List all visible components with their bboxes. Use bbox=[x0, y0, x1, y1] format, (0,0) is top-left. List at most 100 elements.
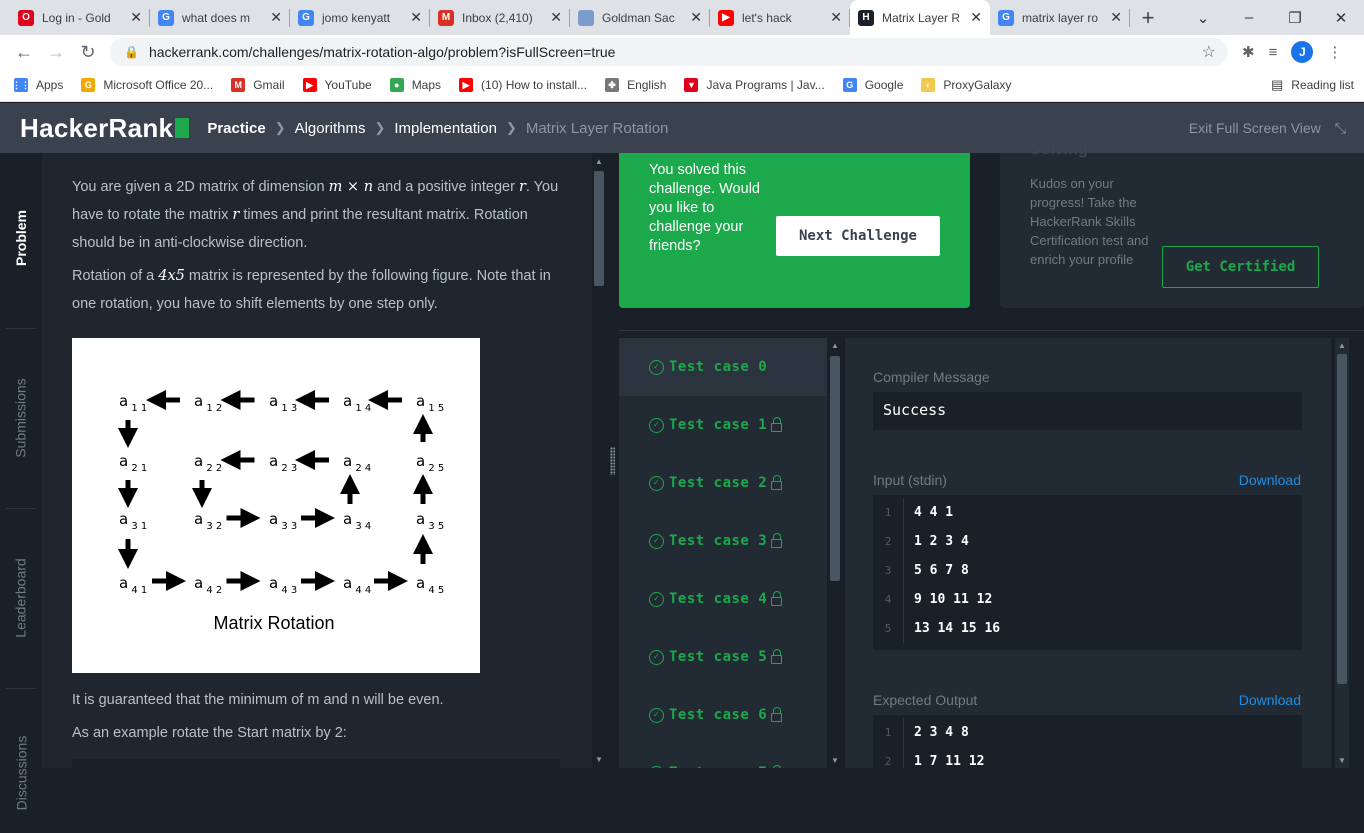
browser-tab[interactable]: Gjomo kenyatt ✕ bbox=[290, 0, 430, 35]
bookmark-item[interactable]: ▶ (10) How to install... bbox=[459, 78, 587, 92]
matrix-cell-label: a 2 5 bbox=[416, 452, 444, 474]
reading-list-button[interactable]: ▤ Reading list bbox=[1271, 77, 1354, 93]
bookmark-item[interactable]: ✤ English bbox=[605, 78, 666, 92]
breadcrumb-implementation[interactable]: Implementation bbox=[394, 120, 497, 137]
browser-tab[interactable]: H Matrix Layer R ✕ bbox=[850, 0, 990, 35]
forward-arrow-icon[interactable]: → bbox=[40, 42, 72, 63]
test-case-item[interactable]: ✓ Test case 3 bbox=[619, 512, 827, 570]
close-tab-icon[interactable]: ✕ bbox=[970, 9, 982, 26]
tab-title: Matrix Layer R bbox=[882, 10, 961, 25]
line-number: 2 bbox=[873, 527, 904, 556]
breadcrumb-practice[interactable]: Practice bbox=[207, 120, 265, 137]
browser-tab[interactable]: O Log in - Gold ✕ bbox=[10, 0, 150, 35]
tab-search-icon[interactable]: ⌄ bbox=[1180, 0, 1226, 35]
download-expected-link[interactable]: Download bbox=[1239, 692, 1301, 708]
exit-fullscreen-button[interactable]: Exit Full Screen View ⤡ bbox=[1189, 120, 1346, 137]
scroll-up-arrow-icon[interactable]: ▲ bbox=[595, 157, 603, 166]
drag-handle-icon[interactable] bbox=[610, 447, 615, 475]
test-case-item[interactable]: ✓ Test case 6 bbox=[619, 686, 827, 744]
tab-title: Goldman Sac bbox=[602, 10, 675, 25]
profile-avatar[interactable]: J bbox=[1291, 41, 1314, 63]
hackerrank-logo[interactable]: HackerRank bbox=[20, 113, 190, 144]
scrollbar-thumb[interactable] bbox=[594, 171, 604, 286]
matrix-cell-label: a 4 4 bbox=[343, 574, 371, 596]
bookmark-item[interactable]: ● Maps bbox=[389, 78, 441, 92]
bookmark-label: YouTube bbox=[324, 78, 372, 92]
tab-title: let's hack bbox=[742, 10, 792, 25]
extensions-area: ✱ ≡ J ⋮ bbox=[1242, 41, 1342, 63]
close-tab-icon[interactable]: ✕ bbox=[270, 9, 282, 26]
scrollbar-thumb[interactable] bbox=[1337, 354, 1347, 684]
google-icon: G bbox=[298, 9, 314, 26]
matrix-cell-label: a 3 4 bbox=[343, 510, 371, 532]
split-pane-divider[interactable] bbox=[606, 153, 619, 768]
scrollbar-thumb[interactable] bbox=[830, 356, 840, 581]
next-challenge-button[interactable]: Next Challenge bbox=[776, 216, 940, 256]
bookmark-item[interactable]: G Google bbox=[842, 78, 903, 92]
code-value: 1 7 11 12 bbox=[914, 754, 985, 768]
bookmark-item[interactable]: ◐ ProxyGalaxy bbox=[921, 78, 1011, 92]
browser-tab[interactable]: Goldman Sac ✕ bbox=[570, 0, 710, 35]
bookmark-favicon-icon: G bbox=[842, 78, 857, 92]
close-tab-icon[interactable]: ✕ bbox=[130, 9, 142, 26]
maximize-button[interactable]: ❐ bbox=[1272, 0, 1318, 35]
breadcrumb-algorithms[interactable]: Algorithms bbox=[295, 120, 366, 137]
lock-icon bbox=[771, 474, 783, 490]
tab-submissions-label: Submissions bbox=[13, 378, 29, 458]
media-control-icon[interactable]: ≡ bbox=[1269, 44, 1278, 61]
browser-menu-icon[interactable]: ⋮ bbox=[1327, 43, 1342, 61]
browser-tab[interactable]: ▶ let's hack ✕ bbox=[710, 0, 850, 35]
close-tab-icon[interactable]: ✕ bbox=[830, 9, 842, 26]
scroll-down-arrow-icon[interactable]: ▼ bbox=[831, 756, 839, 765]
browser-tab[interactable]: Gwhat does m ✕ bbox=[150, 0, 290, 35]
test-case-item[interactable]: ✓ Test case 5 bbox=[619, 628, 827, 686]
close-window-button[interactable]: ✕ bbox=[1318, 0, 1364, 35]
youtube-icon: ▶ bbox=[718, 9, 734, 26]
back-arrow-icon[interactable]: ← bbox=[8, 42, 40, 63]
extensions-puzzle-icon[interactable]: ✱ bbox=[1242, 43, 1255, 61]
google-icon: G bbox=[158, 9, 174, 26]
output-scrollbar[interactable]: ▲ ▼ bbox=[1331, 338, 1364, 768]
test-case-item[interactable]: ✓ Test case 2 bbox=[619, 454, 827, 512]
bookmark-item[interactable]: ⋮⋮ Apps bbox=[12, 78, 63, 92]
bookmark-item[interactable]: ▶ YouTube bbox=[302, 78, 372, 92]
scroll-up-arrow-icon[interactable]: ▲ bbox=[1338, 341, 1346, 350]
code-line: 3 5 6 7 8 bbox=[873, 556, 1302, 585]
tab-divider bbox=[6, 328, 36, 329]
bookmark-item[interactable]: ▼ Java Programs | Jav... bbox=[684, 78, 825, 92]
problem-scrollbar[interactable]: ▲ ▼ bbox=[592, 153, 606, 768]
chevron-right-icon: ❯ bbox=[374, 120, 386, 135]
bookmark-item[interactable]: M Gmail bbox=[231, 78, 285, 92]
tab-problem[interactable]: Problem bbox=[0, 188, 42, 288]
close-tab-icon[interactable]: ✕ bbox=[550, 9, 562, 26]
test-case-item[interactable]: ✓ Test case 4 bbox=[619, 570, 827, 628]
close-tab-icon[interactable]: ✕ bbox=[1110, 9, 1122, 26]
new-tab-button[interactable]: + bbox=[1130, 0, 1166, 35]
test-case-scrollbar[interactable]: ▲ ▼ bbox=[827, 338, 843, 768]
get-certified-button[interactable]: Get Certified bbox=[1162, 246, 1319, 288]
code-line: 4 9 10 11 12 bbox=[873, 585, 1302, 614]
browser-tab[interactable]: Gmatrix layer ro ✕ bbox=[990, 0, 1130, 35]
scroll-down-arrow-icon[interactable]: ▼ bbox=[1338, 756, 1346, 765]
bookmark-favicon-icon: M bbox=[231, 78, 246, 92]
expected-output-label: Expected Output bbox=[873, 692, 978, 708]
tab-leaderboard[interactable]: Leaderboard bbox=[0, 533, 42, 663]
scroll-up-arrow-icon[interactable]: ▲ bbox=[831, 341, 839, 350]
tab-submissions[interactable]: Submissions bbox=[0, 353, 42, 483]
browser-tab[interactable]: M Inbox (2,410) ✕ bbox=[430, 0, 570, 35]
bookmark-favicon-icon: ⋮⋮ bbox=[12, 78, 30, 92]
test-case-item[interactable]: ✓ Test case 0 bbox=[619, 338, 827, 396]
download-input-link[interactable]: Download bbox=[1239, 472, 1301, 488]
reload-icon[interactable]: ↻ bbox=[72, 42, 104, 63]
close-tab-icon[interactable]: ✕ bbox=[690, 9, 702, 26]
close-tab-icon[interactable]: ✕ bbox=[410, 9, 422, 26]
tab-discussions[interactable]: Discussions bbox=[0, 713, 42, 833]
minimize-button[interactable]: – bbox=[1226, 0, 1272, 35]
window-controls: ⌄ – ❐ ✕ bbox=[1180, 0, 1364, 35]
test-case-item[interactable]: ✓Test case 7 bbox=[619, 744, 827, 768]
address-bar[interactable]: 🔒 hackerrank.com/challenges/matrix-rotat… bbox=[110, 38, 1228, 66]
test-case-item[interactable]: ✓ Test case 1 bbox=[619, 396, 827, 454]
bookmark-item[interactable]: G Microsoft Office 20... bbox=[81, 78, 213, 92]
bookmark-star-icon[interactable]: ☆ bbox=[1202, 42, 1216, 62]
scroll-down-arrow-icon[interactable]: ▼ bbox=[595, 755, 603, 764]
